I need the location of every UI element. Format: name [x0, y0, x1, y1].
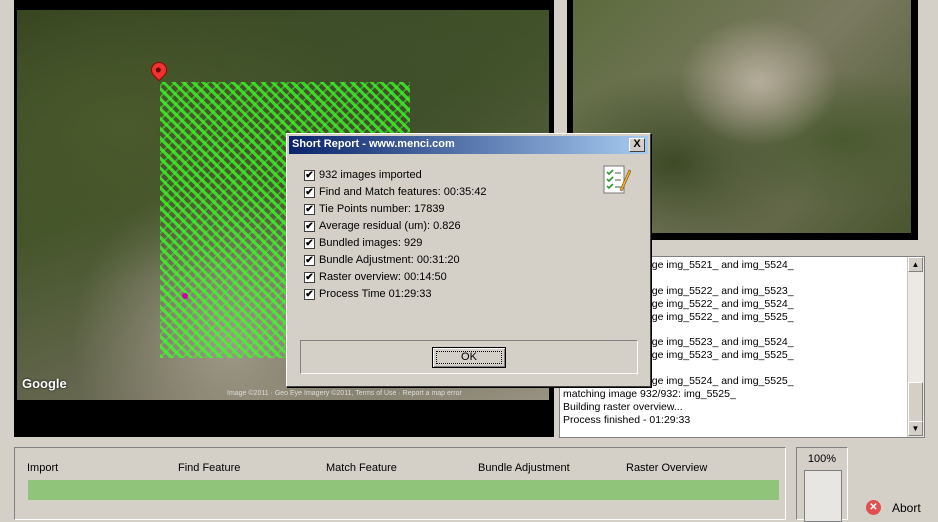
stage-import: Import: [27, 462, 59, 474]
report-item-text: Tie Points number: 17839: [319, 203, 445, 215]
ok-button[interactable]: OK: [432, 347, 506, 368]
checkbox-checked-icon[interactable]: ✔: [304, 255, 315, 266]
percent-label: 100%: [807, 453, 837, 465]
log-scrollbar[interactable]: ▲ ▼: [907, 257, 924, 437]
abort-label: Abort: [892, 501, 921, 515]
report-item-text: Raster overview: 00:14:50: [319, 271, 447, 283]
google-logo: Google: [22, 376, 67, 391]
report-item-text: Process Time 01:29:33: [319, 288, 432, 300]
stage-raster-overview: Raster Overview: [626, 462, 708, 474]
report-checklist-icon: [603, 165, 631, 194]
scroll-up-icon[interactable]: ▲: [908, 257, 923, 272]
checkbox-checked-icon[interactable]: ✔: [304, 187, 315, 198]
button-frame: OK: [300, 340, 638, 374]
log-line: Process finished - 01:29:33: [563, 413, 691, 426]
stage-match-feature: Match Feature: [326, 462, 397, 474]
map-marker-icon[interactable]: [182, 293, 188, 299]
report-item-text: Bundled images: 929: [319, 237, 423, 249]
progress-bar: [28, 480, 779, 500]
close-icon[interactable]: X: [629, 138, 645, 152]
report-item-text: 932 images imported: [319, 169, 422, 181]
progress-panel: Import Find Feature Match Feature Bundle…: [14, 447, 786, 520]
stage-bundle-adjustment: Bundle Adjustment: [478, 462, 570, 474]
report-item-text: Bundle Adjustment: 00:31:20: [319, 254, 460, 266]
scroll-down-icon[interactable]: ▼: [908, 421, 923, 436]
report-item-text: Find and Match features: 00:35:42: [319, 186, 487, 198]
percent-bar: [804, 470, 842, 522]
scroll-thumb[interactable]: [908, 382, 923, 422]
abort-x-icon: ✕: [866, 500, 881, 515]
report-item-text: Average residual (um): 0.826: [319, 220, 461, 232]
map-attribution: Image ©2011 · Geo Eye Imagery ©2011, Ter…: [227, 390, 462, 397]
percent-panel: 100%: [796, 447, 848, 522]
checkbox-checked-icon[interactable]: ✔: [304, 204, 315, 215]
dialog-title: Short Report - www.menci.com: [292, 138, 455, 150]
stage-find-feature: Find Feature: [178, 462, 241, 474]
abort-button[interactable]: ✕ Abort: [862, 498, 932, 518]
checkbox-checked-icon[interactable]: ✔: [304, 289, 315, 300]
checkbox-checked-icon[interactable]: ✔: [304, 221, 315, 232]
short-report-dialog: Short Report - www.menci.com X ✔ 932 imag…: [286, 133, 651, 387]
checkbox-checked-icon[interactable]: ✔: [304, 170, 315, 181]
map-pin-icon[interactable]: [147, 58, 171, 82]
dialog-titlebar[interactable]: Short Report - www.menci.com X: [289, 136, 648, 154]
checkbox-checked-icon[interactable]: ✔: [304, 238, 315, 249]
checkbox-checked-icon[interactable]: ✔: [304, 272, 315, 283]
log-line: matching image 932/932: img_5525_: [563, 388, 736, 401]
log-line: Building raster overview...: [563, 400, 683, 413]
